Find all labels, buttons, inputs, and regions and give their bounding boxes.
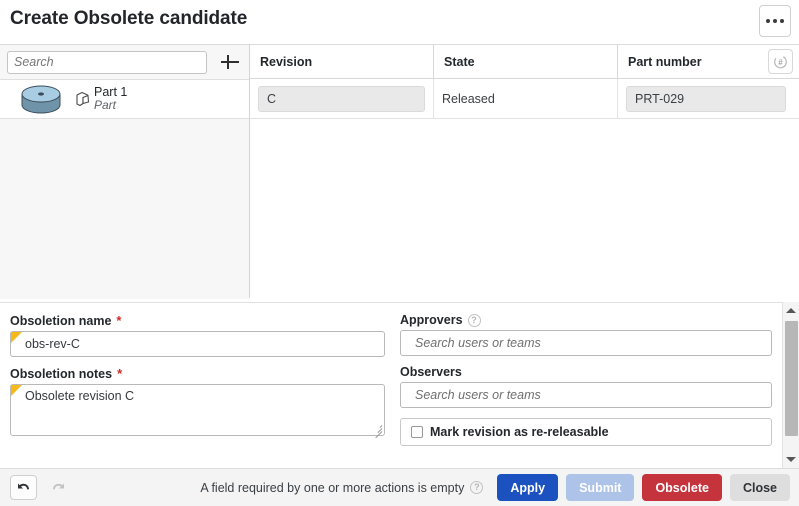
obsolete-button[interactable]: Obsolete [642,474,722,501]
revision-table-panel: Revision State Part number # C Released [250,44,799,298]
form-right-column: Approvers ? Observers Mark revision as r… [400,313,772,446]
column-header-revision[interactable]: Revision [250,45,434,78]
question-mark-icon[interactable]: ? [467,313,481,327]
cell-state: Released [434,79,618,118]
close-button[interactable]: Close [729,474,790,501]
observers-field-wrap [400,382,772,408]
footer-buttons: Apply Submit Obsolete Close [497,474,790,501]
ellipsis-dot [766,19,770,23]
table-body: C Released PRT-029 [250,79,799,299]
required-marker: * [117,366,123,381]
upper-content-area: Part 1 Part Revision State Part number # [0,44,799,299]
part-number-value: PRT-029 [626,85,786,112]
undo-arrow-icon[interactable] [10,475,37,500]
footer-status-text: A field required by one or more actions … [200,480,465,495]
obsoletion-notes-field-wrap [10,384,385,439]
redo-arrow-icon [46,475,71,500]
autonumber-icon[interactable]: # [768,49,793,74]
plus-icon[interactable] [219,51,241,73]
obsoletion-name-input[interactable] [10,331,385,357]
obsoletion-notes-label-text: Obsoletion notes [10,366,113,381]
table-header-row: Revision State Part number # [250,45,799,79]
tree-item-list: Part 1 Part [0,79,249,299]
obsoletion-name-field-wrap [10,331,385,357]
tree-toolbar [0,45,249,79]
submit-button[interactable]: Submit [566,474,635,501]
approvers-field-wrap [400,330,772,356]
observers-label: Observers [400,365,772,379]
cell-part-number: PRT-029 [618,79,799,118]
scroll-up-arrow-icon[interactable] [783,302,799,319]
svg-text:#: # [778,58,783,67]
approvers-label-text: Approvers [400,313,463,327]
scroll-down-arrow-icon[interactable] [783,451,799,468]
column-header-part-number[interactable]: Part number # [618,45,799,78]
list-item-labels: Part 1 Part [94,85,127,113]
observers-input[interactable] [400,382,772,408]
revision-value: C [258,85,425,112]
ellipsis-icon[interactable] [759,5,791,37]
obsoletion-name-label-text: Obsoletion name [10,313,112,328]
column-header-part-number-label: Part number [628,54,702,69]
cell-revision: C [250,79,434,118]
properties-form: Obsoletion name * Obsoletion notes * App… [0,302,799,468]
re-releasable-label: Mark revision as re-releasable [430,425,609,439]
approvers-input[interactable] [400,330,772,356]
scrollbar-thumb[interactable] [785,321,798,436]
dialog-footer: A field required by one or more actions … [0,468,799,506]
footer-status: A field required by one or more actions … [200,480,484,495]
list-item[interactable]: Part 1 Part [0,79,249,119]
column-header-state[interactable]: State [434,45,618,78]
page-title: Create Obsolete candidate [10,8,248,29]
re-releasable-row[interactable]: Mark revision as re-releasable [400,418,772,446]
table-row[interactable]: C Released PRT-029 [250,79,799,119]
cylinder-part-thumbnail [21,85,61,114]
form-left-column: Obsoletion name * Obsoletion notes * [10,313,385,445]
obsoletion-notes-textarea[interactable] [10,384,385,436]
approvers-label: Approvers ? [400,313,772,327]
question-mark-icon[interactable]: ? [470,481,484,494]
ellipsis-dot [780,19,784,23]
search-input[interactable] [7,50,207,74]
dialog-title-bar: Create Obsolete candidate [0,0,799,44]
obsoletion-notes-label: Obsoletion notes * [10,366,385,381]
ellipsis-dot [773,19,777,23]
apply-button[interactable]: Apply [497,474,559,501]
item-tree-panel: Part 1 Part [0,44,250,299]
list-item-subtitle: Part [94,98,117,113]
obsoletion-name-label: Obsoletion name * [10,313,385,328]
form-scrollbar[interactable] [782,302,799,468]
re-releasable-checkbox[interactable] [411,426,423,438]
required-marker: * [116,313,122,328]
list-item-title: Part 1 [94,84,128,99]
observers-label-text: Observers [400,365,462,379]
part-icon [76,91,90,107]
